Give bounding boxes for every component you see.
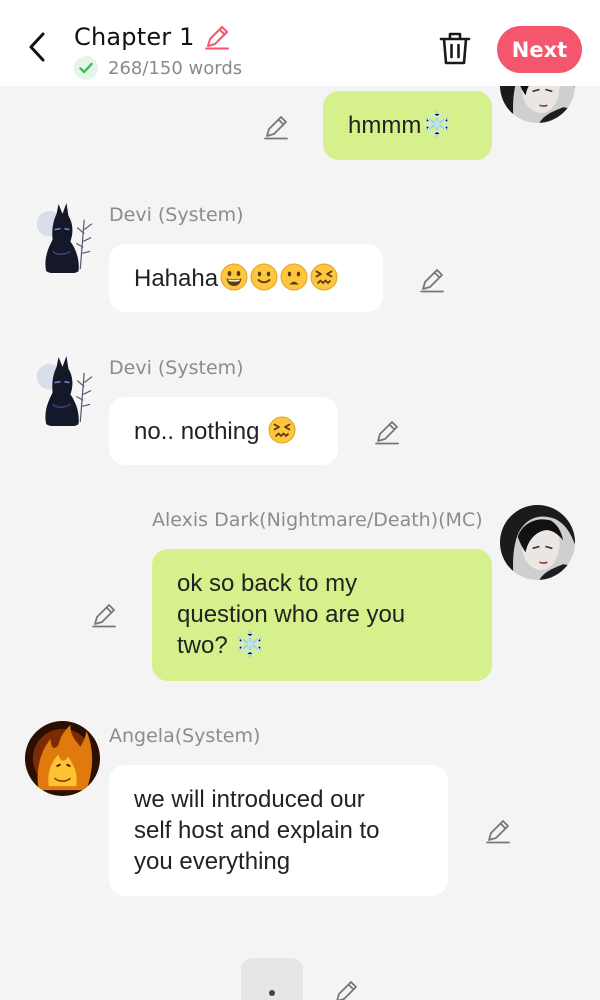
sender-name: Devi (System) [109, 204, 244, 226]
avatar[interactable] [25, 721, 100, 796]
slightly-smiling-face-emoji [250, 263, 278, 291]
message-line: self host and explain to [134, 817, 380, 844]
message-bubble[interactable]: hmmm [323, 91, 492, 160]
pencil-icon[interactable] [484, 817, 512, 845]
message-line: question who are you [177, 601, 406, 628]
status-bar [0, 0, 600, 6]
message-bubble[interactable]: no.. nothing [109, 397, 338, 465]
snowflake-emoji [236, 630, 264, 658]
message-line: ok so back to my [177, 570, 358, 597]
typing-dot [269, 990, 275, 996]
confounded-face-emoji [310, 263, 338, 291]
sender-name: Angela(System) [109, 725, 261, 747]
chapter-title: Chapter 1 [74, 23, 195, 51]
message-text: Hahaha [134, 265, 219, 292]
pencil-icon[interactable] [262, 113, 290, 141]
word-count: 268/150 words [108, 57, 243, 79]
trash-icon[interactable] [438, 30, 472, 66]
sender-name: Devi (System) [109, 357, 244, 379]
avatar[interactable] [25, 353, 100, 428]
next-button[interactable]: Next [497, 26, 582, 73]
confounded-face-emoji [268, 416, 296, 444]
pencil-icon[interactable] [418, 266, 446, 294]
sender-name: Alexis Dark(Nightmare/Death)(MC) [152, 509, 483, 531]
top-bar: Chapter 1 268/150 words Next [0, 0, 600, 86]
message-line: you everything [134, 848, 291, 875]
message-text: no.. nothing [134, 418, 267, 445]
snowflake-emoji [423, 110, 451, 138]
pencil-icon[interactable] [373, 418, 401, 446]
avatar[interactable] [500, 505, 575, 580]
chapter-title-row: Chapter 1 [74, 20, 231, 54]
grinning-face-emoji [220, 263, 248, 291]
message-bubble[interactable]: ok so back to my question who are you tw… [152, 549, 492, 681]
frowning-face-emoji [280, 263, 308, 291]
message-line: two? [177, 632, 235, 659]
message-bubble[interactable]: we will introduced our self host and exp… [109, 765, 448, 896]
pencil-icon[interactable] [332, 978, 360, 1000]
typing-indicator [241, 958, 303, 1000]
word-count-row: 268/150 words [74, 56, 242, 80]
message-line: we will introduced our [134, 786, 365, 813]
back-arrow-icon[interactable] [22, 30, 52, 64]
pencil-icon[interactable] [203, 23, 231, 51]
check-icon [74, 56, 98, 80]
pencil-icon[interactable] [90, 601, 118, 629]
message-text: hmmm [348, 112, 422, 139]
avatar[interactable] [25, 200, 100, 275]
message-bubble[interactable]: Hahaha [109, 244, 383, 312]
